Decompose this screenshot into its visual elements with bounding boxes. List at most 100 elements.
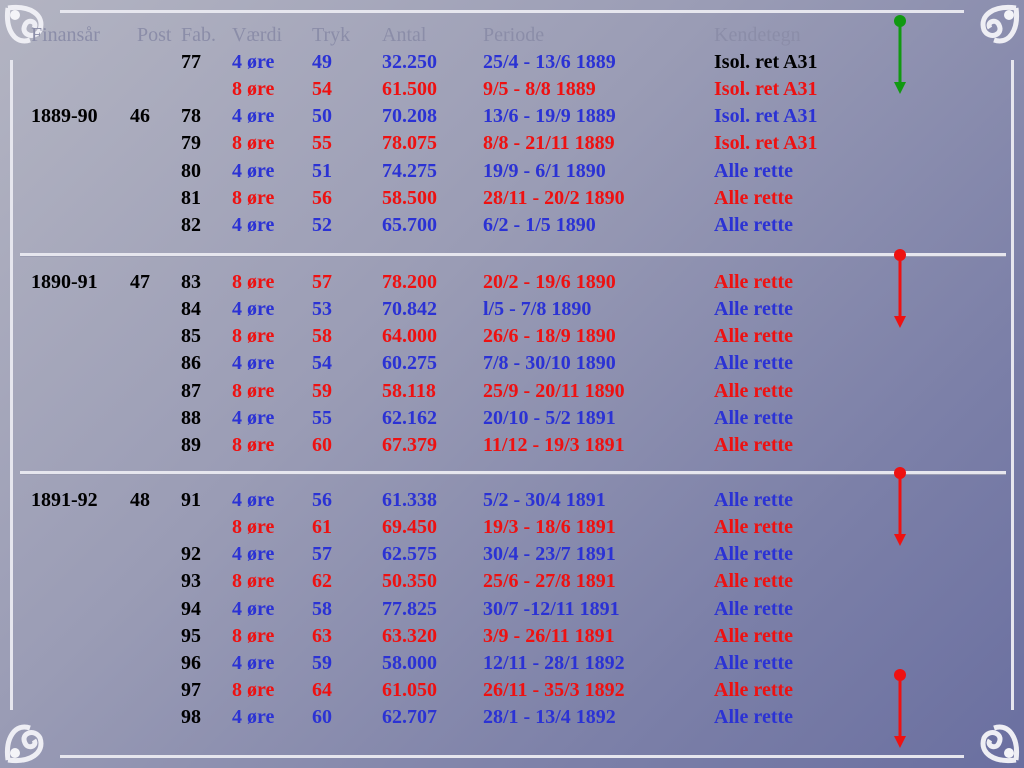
section-divider [20, 253, 1006, 257]
finansaar-cell: 1889-90 [31, 105, 98, 127]
finansaar-cell: 1891-92 [31, 489, 98, 511]
antal-cell: 62.707 [382, 706, 437, 728]
antal-cell: 77.825 [382, 598, 437, 620]
header-finansaar: Finansår [31, 24, 100, 46]
vaerdi-cell: 4 øre [232, 489, 275, 511]
header-tryk: Tryk [312, 24, 351, 46]
periode-cell: 25/9 - 20/11 1890 [483, 380, 625, 402]
vaerdi-cell: 8 øre [232, 434, 275, 456]
kendetegn-cell: Alle rette [714, 679, 794, 701]
tryk-cell: 58 [312, 598, 332, 620]
kendetegn-cell: Isol. ret A31 [714, 51, 818, 73]
tryk-cell: 50 [312, 105, 332, 127]
fab-cell: 81 [181, 187, 201, 209]
antal-cell: 61.500 [382, 78, 437, 100]
fab-cell: 97 [181, 679, 201, 701]
tryk-cell: 49 [312, 51, 332, 73]
vaerdi-cell: 8 øre [232, 78, 275, 100]
antal-cell: 61.338 [382, 489, 437, 511]
antal-cell: 58.000 [382, 652, 437, 674]
antal-cell: 65.700 [382, 214, 437, 236]
periode-cell: l/5 - 7/8 1890 [483, 298, 592, 320]
tryk-cell: 62 [312, 570, 332, 592]
fab-cell: 92 [181, 543, 201, 565]
periode-cell: 28/1 - 13/4 1892 [483, 706, 616, 728]
antal-cell: 61.050 [382, 679, 437, 701]
vaerdi-cell: 8 øre [232, 271, 275, 293]
red-down-arrow-icon [892, 248, 908, 328]
fab-cell: 95 [181, 625, 201, 647]
periode-cell: 9/5 - 8/8 1889 [483, 78, 596, 100]
vaerdi-cell: 4 øre [232, 105, 275, 127]
vaerdi-cell: 4 øre [232, 407, 275, 429]
kendetegn-cell: Alle rette [714, 652, 794, 674]
antal-cell: 32.250 [382, 51, 437, 73]
vaerdi-cell: 8 øre [232, 380, 275, 402]
periode-cell: 25/4 - 13/6 1889 [483, 51, 616, 73]
vaerdi-cell: 4 øre [232, 160, 275, 182]
periode-cell: 20/10 - 5/2 1891 [483, 407, 616, 429]
periode-cell: 30/4 - 23/7 1891 [483, 543, 616, 565]
tryk-cell: 61 [312, 516, 332, 538]
kendetegn-cell: Alle rette [714, 187, 794, 209]
fab-cell: 86 [181, 352, 201, 374]
tryk-cell: 60 [312, 434, 332, 456]
fab-cell: 91 [181, 489, 201, 511]
antal-cell: 58.118 [382, 380, 436, 402]
corner-ornament-top-right [954, 0, 1024, 70]
vaerdi-cell: 8 øre [232, 625, 275, 647]
fab-cell: 96 [181, 652, 201, 674]
periode-cell: 19/3 - 18/6 1891 [483, 516, 616, 538]
vaerdi-cell: 4 øre [232, 706, 275, 728]
tryk-cell: 52 [312, 214, 332, 236]
tryk-cell: 60 [312, 706, 332, 728]
vaerdi-cell: 4 øre [232, 214, 275, 236]
tryk-cell: 51 [312, 160, 332, 182]
vaerdi-cell: 4 øre [232, 543, 275, 565]
kendetegn-cell: Alle rette [714, 380, 794, 402]
kendetegn-cell: Alle rette [714, 516, 794, 538]
red-down-arrow-icon [892, 466, 908, 546]
fab-cell: 80 [181, 160, 201, 182]
vaerdi-cell: 4 øre [232, 298, 275, 320]
kendetegn-cell: Alle rette [714, 214, 794, 236]
tryk-cell: 57 [312, 271, 332, 293]
antal-cell: 64.000 [382, 325, 437, 347]
header-antal: Antal [382, 24, 427, 46]
antal-cell: 58.500 [382, 187, 437, 209]
kendetegn-cell: Alle rette [714, 271, 794, 293]
antal-cell: 62.162 [382, 407, 437, 429]
antal-cell: 70.208 [382, 105, 437, 127]
kendetegn-cell: Alle rette [714, 434, 794, 456]
corner-ornament-bottom-left [0, 698, 70, 768]
fab-cell: 89 [181, 434, 201, 456]
antal-cell: 67.379 [382, 434, 437, 456]
periode-cell: 13/6 - 19/9 1889 [483, 105, 616, 127]
periode-cell: 26/6 - 18/9 1890 [483, 325, 616, 347]
tryk-cell: 56 [312, 489, 332, 511]
fab-cell: 88 [181, 407, 201, 429]
kendetegn-cell: Alle rette [714, 706, 794, 728]
kendetegn-cell: Alle rette [714, 298, 794, 320]
vaerdi-cell: 8 øre [232, 570, 275, 592]
green-down-arrow-icon [892, 14, 908, 94]
tryk-cell: 56 [312, 187, 332, 209]
kendetegn-cell: Alle rette [714, 325, 794, 347]
antal-cell: 70.842 [382, 298, 437, 320]
tryk-cell: 55 [312, 407, 332, 429]
fab-cell: 82 [181, 214, 201, 236]
post-cell: 47 [130, 271, 150, 293]
tryk-cell: 64 [312, 679, 332, 701]
periode-cell: 7/8 - 30/10 1890 [483, 352, 616, 374]
antal-cell: 78.200 [382, 271, 437, 293]
periode-cell: 28/11 - 20/2 1890 [483, 187, 625, 209]
periode-cell: 20/2 - 19/6 1890 [483, 271, 616, 293]
periode-cell: 25/6 - 27/8 1891 [483, 570, 616, 592]
kendetegn-cell: Isol. ret A31 [714, 132, 818, 154]
antal-cell: 63.320 [382, 625, 437, 647]
periode-cell: 19/9 - 6/1 1890 [483, 160, 606, 182]
tryk-cell: 57 [312, 543, 332, 565]
kendetegn-cell: Alle rette [714, 489, 794, 511]
tryk-cell: 53 [312, 298, 332, 320]
periode-cell: 5/2 - 30/4 1891 [483, 489, 606, 511]
